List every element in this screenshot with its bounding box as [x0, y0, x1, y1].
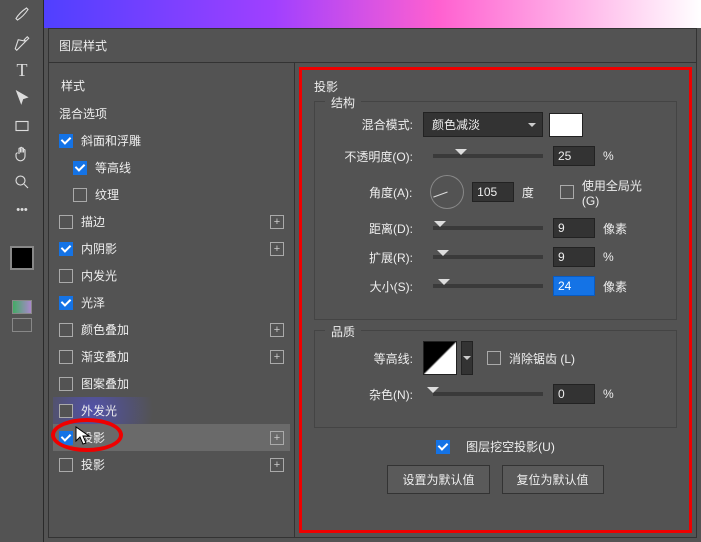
canvas-preview [44, 0, 701, 28]
panel-title: 投影 [314, 78, 677, 95]
drop-shadow-panel: 投影 结构 混合模式: 颜色减淡 不透明度(O): 25 % 角度(A): [299, 67, 692, 533]
style-item[interactable]: 渐变叠加 + [53, 343, 290, 370]
reset-default-button[interactable]: 复位为默认值 [502, 465, 604, 494]
shadow-color-swatch[interactable] [549, 113, 583, 137]
angle-label: 角度(A): [329, 184, 412, 201]
distance-label: 距离(D): [329, 220, 413, 237]
spread-input[interactable]: 9 [553, 247, 595, 267]
angle-input[interactable]: 105 [472, 182, 514, 202]
dialog-title: 图层样式 [49, 29, 696, 63]
style-label: 描边 [81, 213, 105, 230]
spread-label: 扩展(R): [329, 249, 413, 266]
style-label: 等高线 [95, 159, 131, 176]
noise-input[interactable]: 0 [553, 384, 595, 404]
zoom-tool[interactable] [0, 168, 44, 196]
brush-tool[interactable] [0, 0, 44, 28]
style-label: 投影 [81, 456, 105, 473]
style-item[interactable]: 描边 + [53, 208, 290, 235]
style-list: 样式 混合选项 斜面和浮雕等高线纹理描边 + 内阴影 + 内发光光泽颜色叠加 + 渐变叠加 +… [49, 63, 295, 537]
opacity-label: 不透明度(O): [329, 148, 413, 165]
size-label: 大小(S): [329, 278, 413, 295]
opacity-slider[interactable] [433, 154, 543, 158]
structure-group: 结构 混合模式: 颜色减淡 不透明度(O): 25 % 角度(A): 105 [314, 101, 677, 320]
add-effect-icon[interactable]: + [270, 458, 284, 472]
blend-mode-label: 混合模式: [329, 116, 413, 133]
blend-options[interactable]: 混合选项 [53, 100, 290, 127]
set-default-button[interactable]: 设置为默认值 [387, 465, 489, 494]
quickmask-icon[interactable] [12, 300, 32, 314]
size-input[interactable]: 24 [553, 276, 595, 296]
distance-slider[interactable] [433, 226, 543, 230]
style-item[interactable]: 内阴影 + [53, 235, 290, 262]
style-checkbox[interactable] [59, 323, 73, 337]
blend-mode-select[interactable]: 颜色减淡 [423, 112, 543, 137]
style-label: 纹理 [95, 186, 119, 203]
distance-input[interactable]: 9 [553, 218, 595, 238]
screenmode-icon[interactable] [12, 318, 32, 332]
style-checkbox[interactable] [59, 350, 73, 364]
style-checkbox[interactable] [59, 404, 73, 418]
add-effect-icon[interactable]: + [270, 431, 284, 445]
style-item[interactable]: 光泽 [53, 289, 290, 316]
contour-dropdown[interactable] [461, 341, 473, 375]
add-effect-icon[interactable]: + [270, 323, 284, 337]
angle-dial[interactable] [430, 175, 464, 209]
style-item[interactable]: 图案叠加 [53, 370, 290, 397]
style-checkbox[interactable] [59, 242, 73, 256]
style-checkbox[interactable] [59, 431, 73, 445]
style-item[interactable]: 内发光 [53, 262, 290, 289]
layer-style-dialog: 图层样式 样式 混合选项 斜面和浮雕等高线纹理描边 + 内阴影 + 内发光光泽颜色叠加 +… [48, 28, 697, 538]
noise-label: 杂色(N): [329, 386, 413, 403]
add-effect-icon[interactable]: + [270, 242, 284, 256]
more-tools[interactable]: ••• [0, 196, 44, 224]
tool-palette: T ••• [0, 0, 44, 542]
text-tool[interactable]: T [0, 56, 44, 84]
styles-header[interactable]: 样式 [53, 71, 290, 100]
style-checkbox[interactable] [73, 161, 87, 175]
contour-label: 等高线: [329, 350, 413, 367]
foreground-color-swatch[interactable] [10, 246, 34, 270]
style-checkbox[interactable] [59, 458, 73, 472]
style-label: 渐变叠加 [81, 348, 129, 365]
knockout-checkbox[interactable] [436, 440, 450, 454]
contour-picker[interactable] [423, 341, 457, 375]
style-checkbox[interactable] [59, 377, 73, 391]
global-light-checkbox[interactable] [560, 185, 574, 199]
spread-slider[interactable] [433, 255, 543, 259]
style-label: 光泽 [81, 294, 105, 311]
style-item[interactable]: 外发光 [53, 397, 290, 424]
style-checkbox[interactable] [59, 134, 73, 148]
style-item[interactable]: 投影 + [53, 424, 290, 451]
style-checkbox[interactable] [59, 296, 73, 310]
path-select-tool[interactable] [0, 84, 44, 112]
opacity-input[interactable]: 25 [553, 146, 595, 166]
rectangle-tool[interactable] [0, 112, 44, 140]
style-checkbox[interactable] [59, 215, 73, 229]
style-label: 投影 [81, 429, 105, 446]
style-item[interactable]: 斜面和浮雕 [53, 127, 290, 154]
style-item[interactable]: 投影 + [53, 451, 290, 478]
style-label: 外发光 [81, 402, 117, 419]
hand-tool[interactable] [0, 140, 44, 168]
style-label: 图案叠加 [81, 375, 129, 392]
add-effect-icon[interactable]: + [270, 350, 284, 364]
style-item[interactable]: 纹理 [53, 181, 290, 208]
antialias-checkbox[interactable] [487, 351, 501, 365]
style-label: 颜色叠加 [81, 321, 129, 338]
style-item[interactable]: 颜色叠加 + [53, 316, 290, 343]
noise-slider[interactable] [433, 392, 543, 396]
style-label: 斜面和浮雕 [81, 132, 141, 149]
style-checkbox[interactable] [73, 188, 87, 202]
style-checkbox[interactable] [59, 269, 73, 283]
size-slider[interactable] [433, 284, 543, 288]
style-label: 内阴影 [81, 240, 117, 257]
add-effect-icon[interactable]: + [270, 215, 284, 229]
style-item[interactable]: 等高线 [53, 154, 290, 181]
style-label: 内发光 [81, 267, 117, 284]
quality-group: 品质 等高线: 消除锯齿 (L) 杂色(N): 0 % [314, 330, 677, 428]
pen-tool[interactable] [0, 28, 44, 56]
